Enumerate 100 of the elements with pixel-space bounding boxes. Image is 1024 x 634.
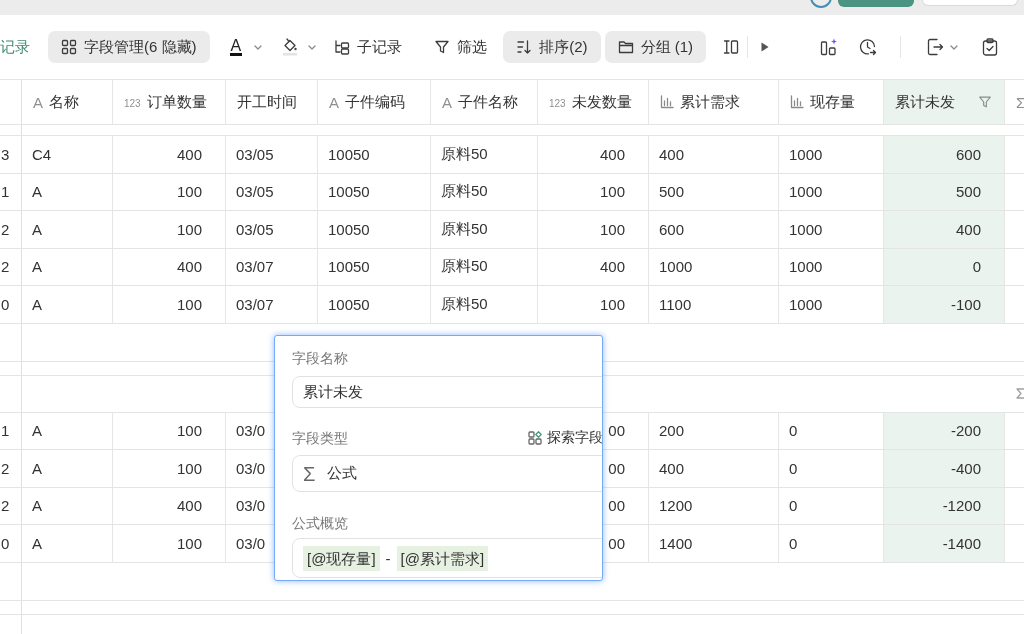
cell-text: 00 bbox=[608, 497, 625, 515]
sort-button[interactable]: 排序(2) bbox=[503, 31, 601, 63]
table-cell: 400 bbox=[649, 450, 779, 487]
column-header[interactable]: 123 未发数量 bbox=[538, 80, 649, 124]
table-cell: 1 bbox=[0, 412, 22, 449]
table-cell: 原料50 bbox=[431, 173, 538, 210]
caret-icon[interactable] bbox=[254, 44, 263, 50]
group-button[interactable]: 分组 (1) bbox=[604, 31, 706, 63]
table-cell: 400 bbox=[113, 248, 226, 285]
cell-text: 03/0 bbox=[236, 534, 266, 552]
column-title: 子件编码 bbox=[345, 92, 405, 112]
clock-arrow-icon[interactable] bbox=[859, 38, 877, 56]
table-cell: 原料50 bbox=[431, 286, 538, 323]
text-type-icon: A bbox=[442, 93, 452, 111]
subrecord-button[interactable]: 子记录 bbox=[326, 31, 411, 63]
ring-icon[interactable] bbox=[809, 0, 833, 8]
column-title: 订单数量 bbox=[146, 92, 207, 112]
table-cell: 03/07 bbox=[226, 248, 318, 285]
record-link[interactable]: 记录 bbox=[0, 37, 30, 57]
table-cell: -1400 bbox=[884, 525, 1005, 562]
column-title: 未发数量 bbox=[571, 92, 632, 112]
column-header[interactable]: 累计需求 bbox=[649, 80, 779, 124]
name-field[interactable]: 累计未发 bbox=[292, 376, 602, 408]
table-cell: 200 bbox=[649, 412, 779, 449]
table-cell: 100 bbox=[113, 525, 226, 562]
layout-sparkle-icon[interactable] bbox=[820, 38, 838, 56]
caret-icon[interactable] bbox=[308, 44, 317, 50]
table-cell: 100 bbox=[113, 211, 226, 248]
table-cell: 03/07 bbox=[226, 286, 318, 323]
field-reference-token: [@累计需求] bbox=[396, 545, 489, 571]
table-cell: 100 bbox=[538, 211, 649, 248]
column-header[interactable]: A 子件编码 bbox=[318, 80, 431, 124]
text-type-icon: A bbox=[329, 93, 339, 111]
table-cell: A bbox=[22, 286, 113, 323]
table-cell: 400 bbox=[113, 487, 226, 524]
table-cell: A bbox=[22, 248, 113, 285]
table-cell: 100 bbox=[113, 286, 226, 323]
number-type-icon: 123 bbox=[124, 97, 141, 109]
column-title: 累计需求 bbox=[680, 92, 740, 112]
hierarchy-icon bbox=[334, 39, 351, 55]
table-cell: 10050 bbox=[318, 248, 431, 285]
export-icon[interactable] bbox=[926, 38, 944, 56]
caret-icon[interactable] bbox=[950, 44, 958, 50]
fields-button[interactable]: 字段管理(6 隐藏) bbox=[48, 31, 210, 63]
sigma-icon: Σ bbox=[1016, 93, 1024, 111]
sort-icon bbox=[516, 39, 533, 55]
paint-bucket-icon[interactable] bbox=[282, 38, 299, 56]
table-cell: -400 bbox=[884, 450, 1005, 487]
column-header[interactable]: 开工时间 bbox=[226, 80, 318, 124]
text-type-icon: A bbox=[33, 93, 43, 111]
formula-field[interactable]: [@现存量] - [@累计需求] bbox=[292, 538, 602, 578]
number-type-icon: 123 bbox=[549, 97, 566, 109]
cell-text: 00 bbox=[608, 459, 625, 477]
table-cell: 10050 bbox=[318, 286, 431, 323]
field-label: 公式概览 bbox=[292, 514, 348, 532]
table-cell: 100 bbox=[538, 286, 649, 323]
column-header[interactable]: A 名称 bbox=[22, 80, 113, 124]
table-cell: 原料50 bbox=[431, 211, 538, 248]
table-cell: A bbox=[22, 173, 113, 210]
explore-fields-link[interactable]: 探索字段 bbox=[528, 429, 602, 447]
cell-text: 00 bbox=[608, 422, 625, 440]
column-header[interactable]: A 子件名称 bbox=[431, 80, 538, 124]
bar-chart-icon bbox=[790, 95, 804, 109]
clipboard-check-icon[interactable] bbox=[982, 38, 998, 56]
table-cell: 03/05 bbox=[226, 136, 318, 173]
filter-icon bbox=[434, 39, 451, 55]
filter-icon[interactable] bbox=[978, 95, 992, 109]
sum-icon[interactable] bbox=[1016, 388, 1024, 399]
table-cell: 2 bbox=[0, 248, 22, 285]
table-cell: A bbox=[22, 487, 113, 524]
primary-button[interactable] bbox=[838, 0, 914, 7]
type-select[interactable]: Σ 公式 bbox=[292, 455, 602, 492]
field-label: 字段名称 bbox=[292, 349, 348, 367]
table-cell: 400 bbox=[538, 136, 649, 173]
table-cell: A bbox=[22, 412, 113, 449]
table-cell: 400 bbox=[884, 211, 1005, 248]
folder-icon bbox=[617, 39, 634, 55]
table-cell: 1 bbox=[0, 173, 22, 210]
table-cell: 2 bbox=[0, 450, 22, 487]
table-cell: 600 bbox=[649, 211, 779, 248]
table-cell: C4 bbox=[22, 136, 113, 173]
cell-text: 03/0 bbox=[236, 459, 266, 477]
triangle-icon[interactable] bbox=[761, 42, 769, 52]
column-title: 累计未发 bbox=[895, 92, 955, 112]
table-cell: 原料50 bbox=[431, 248, 538, 285]
ibeam-rectangle-icon[interactable] bbox=[723, 39, 739, 55]
table-cell: 500 bbox=[884, 173, 1005, 210]
table-cell: 0 bbox=[0, 525, 22, 562]
shapes-icon bbox=[528, 431, 542, 445]
table-cell: A bbox=[22, 211, 113, 248]
table-cell: -1200 bbox=[884, 487, 1005, 524]
column-header[interactable]: 123 订单数量 bbox=[113, 80, 226, 124]
table-cell: 2 bbox=[0, 487, 22, 524]
table-cell: A bbox=[22, 450, 113, 487]
table-cell: 400 bbox=[538, 248, 649, 285]
column-header[interactable]: 累计未发 bbox=[884, 80, 1005, 124]
table-cell: 10050 bbox=[318, 136, 431, 173]
filter-button[interactable]: 筛选 bbox=[426, 31, 496, 63]
operator-text: - bbox=[385, 549, 391, 567]
table-cell: 500 bbox=[649, 173, 779, 210]
